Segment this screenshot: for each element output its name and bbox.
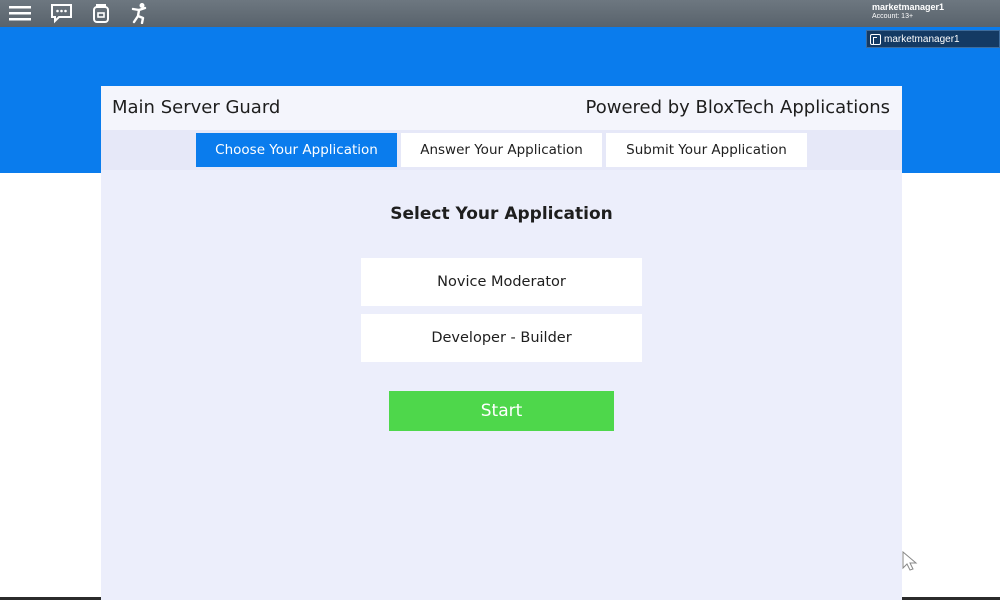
application-panel: Main Server Guard Powered by BloxTech Ap… <box>101 86 902 600</box>
tab-choose-application[interactable]: Choose Your Application <box>196 133 397 167</box>
tab-submit-application[interactable]: Submit Your Application <box>606 133 807 167</box>
panel-title: Main Server Guard <box>112 97 281 118</box>
option-novice-moderator[interactable]: Novice Moderator <box>361 258 642 306</box>
player-name: marketmanager1 <box>884 33 960 45</box>
panel-header: Main Server Guard Powered by BloxTech Ap… <box>101 86 902 130</box>
roblox-topbar: marketmanager1 Account: 13+ <box>0 0 1000 27</box>
backpack-icon[interactable] <box>89 2 113 24</box>
mouse-cursor-icon <box>902 551 918 571</box>
start-button[interactable]: Start <box>389 391 614 431</box>
tabs-row: Choose Your Application Answer Your Appl… <box>101 130 902 170</box>
menu-icon[interactable] <box>8 2 32 24</box>
tab-answer-application[interactable]: Answer Your Application <box>401 133 602 167</box>
player-badge-icon <box>870 33 881 45</box>
section-title: Select Your Application <box>390 204 613 224</box>
account-info: marketmanager1 Account: 13+ <box>872 2 945 21</box>
emote-icon[interactable] <box>128 2 152 25</box>
chat-icon[interactable] <box>50 2 74 24</box>
powered-by-text: Powered by BloxTech Applications <box>585 97 891 118</box>
account-age: Account: 13+ <box>872 13 914 20</box>
playerlist-entry[interactable]: marketmanager1 <box>866 30 1000 48</box>
account-name: marketmanager1 <box>872 2 945 12</box>
option-developer-builder[interactable]: Developer - Builder <box>361 314 642 362</box>
